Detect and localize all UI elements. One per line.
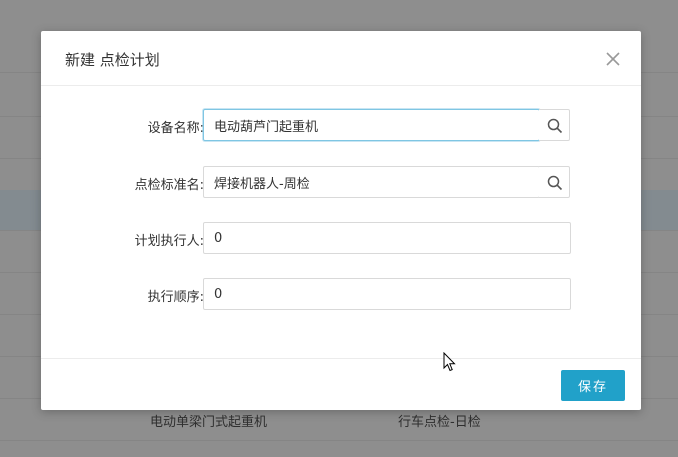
dialog-title: 新建 点检计划	[65, 51, 160, 69]
equipment-search-button[interactable]	[539, 109, 570, 141]
new-inspection-plan-dialog: 新建 点检计划 设备名称: 点检标准名:	[41, 31, 641, 410]
close-button[interactable]	[601, 49, 625, 69]
inspection-standard-group	[203, 166, 570, 198]
inspection-standard-label: 点检标准名:	[134, 178, 204, 193]
background-divider	[0, 440, 678, 441]
standard-search-button[interactable]	[539, 166, 570, 198]
equipment-name-label: 设备名称:	[147, 121, 204, 136]
execution-order-label: 执行顺序:	[147, 290, 204, 305]
dialog-header: 新建 点检计划	[41, 31, 641, 86]
form-row-execution-order: 执行顺序:	[41, 278, 641, 310]
inspection-standard-input[interactable]	[203, 166, 540, 198]
background-standard-cell: 行车点检-日检	[398, 415, 481, 430]
background-equipment-cell: 电动单梁门式起重机	[150, 415, 268, 430]
execution-order-input[interactable]	[203, 278, 571, 310]
equipment-name-input[interactable]	[203, 109, 540, 141]
search-icon	[547, 118, 563, 134]
plan-executor-group	[203, 222, 571, 254]
form-row-plan-executor: 计划执行人:	[41, 222, 641, 254]
mouse-cursor-icon	[443, 352, 456, 372]
execution-order-group	[203, 278, 571, 310]
equipment-name-group	[203, 109, 570, 141]
close-icon	[606, 52, 620, 66]
plan-executor-input[interactable]	[203, 222, 571, 254]
plan-executor-label: 计划执行人:	[134, 234, 204, 249]
dialog-footer: 保存	[41, 358, 641, 411]
form-row-equipment-name: 设备名称:	[41, 109, 641, 141]
search-icon	[547, 175, 563, 191]
save-button[interactable]: 保存	[561, 370, 625, 401]
form-row-inspection-standard: 点检标准名:	[41, 166, 641, 198]
